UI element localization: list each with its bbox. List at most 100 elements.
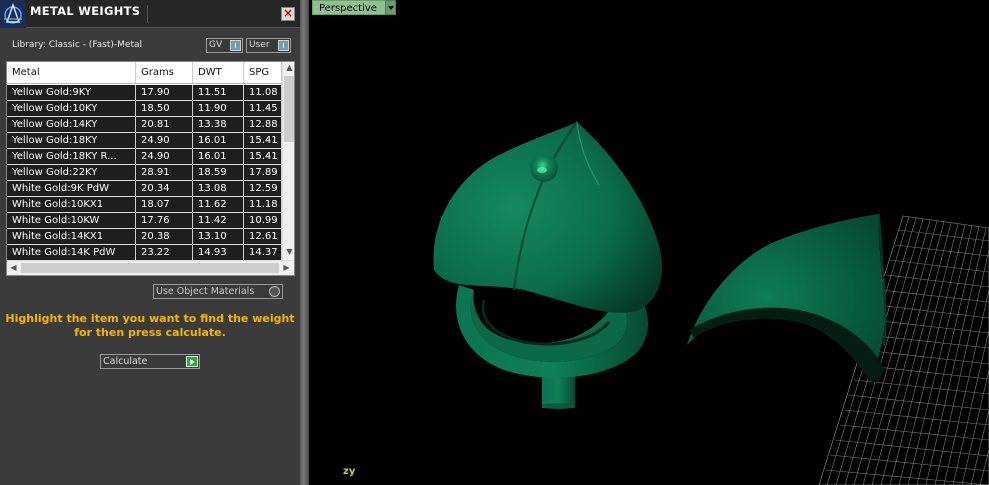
scroll-up-icon[interactable]: ▲ [283, 63, 294, 72]
cell-metal: White Gold:14KX1 [7, 229, 136, 244]
instructions-line-2: for then press calculate. [74, 326, 226, 339]
app-window: METAL WEIGHTS × Library: Classic - (Fast… [0, 0, 989, 485]
cell-grams: 18.07 [136, 197, 193, 212]
gv-toggle[interactable]: GV [206, 38, 243, 53]
use-object-materials-label: Use Object Materials [156, 286, 255, 297]
shell-model [687, 213, 887, 383]
vertical-scroll-thumb[interactable] [284, 76, 294, 142]
cell-spg: 10.99 [244, 213, 282, 228]
cell-spg: 17.89 [244, 165, 282, 180]
panel-titlebar: METAL WEIGHTS × [0, 0, 300, 28]
cell-grams: 17.76 [136, 213, 193, 228]
cell-spg: 15.41 [244, 149, 282, 164]
cell-metal: White Gold:10KW [7, 213, 136, 228]
cell-dwt: 14.93 [193, 245, 244, 260]
scroll-down-icon[interactable]: ▼ [283, 247, 294, 256]
instructions-line-1: Highlight the item you want to find the … [5, 312, 295, 325]
table-header: Metal Grams DWT SPG [7, 62, 282, 84]
horizontal-scroll-thumb[interactable] [21, 263, 279, 273]
axis-indicator: zy [343, 466, 356, 477]
cell-dwt: 13.10 [193, 229, 244, 244]
table-body: Yellow Gold:9KY 17.90 11.51 11.08 Yellow Go… [7, 85, 282, 261]
cell-metal: Yellow Gold:18KY [7, 133, 136, 148]
cell-dwt: 11.90 [193, 101, 244, 116]
cell-metal: Yellow Gold:14KY [7, 117, 136, 132]
table-row[interactable]: White Gold:9K PdW 20.34 13.08 12.59 [7, 181, 282, 197]
table-row[interactable]: White Gold:10KW 17.76 11.42 10.99 [7, 213, 282, 229]
toggle-switch-icon [278, 40, 289, 51]
panel-title: METAL WEIGHTS [30, 4, 141, 18]
column-header-dwt[interactable]: DWT [193, 62, 244, 84]
3d-viewport[interactable]: Perspective zy [309, 0, 989, 485]
vertical-scrollbar[interactable]: ▲ ▼ [282, 62, 294, 260]
cell-grams: 23.22 [136, 245, 193, 260]
calculate-label: Calculate [103, 356, 148, 367]
cell-spg: 14.37 [244, 245, 282, 260]
close-button[interactable]: × [281, 7, 295, 21]
cell-spg: 12.88 [244, 117, 282, 132]
cell-grams: 20.81 [136, 117, 193, 132]
table-row[interactable]: Yellow Gold:10KY 18.50 11.90 11.45 [7, 101, 282, 117]
app-logo-icon [0, 0, 26, 28]
table-row[interactable]: Yellow Gold:14KY 20.81 13.38 12.88 [7, 117, 282, 133]
cell-dwt: 18.59 [193, 165, 244, 180]
use-object-materials-toggle[interactable]: Use Object Materials [153, 284, 283, 299]
calculate-button[interactable]: Calculate [100, 354, 200, 369]
cell-spg: 11.45 [244, 101, 282, 116]
scroll-left-icon[interactable]: ◀ [7, 263, 20, 272]
column-header-grams[interactable]: Grams [136, 62, 193, 84]
cell-spg: 11.08 [244, 85, 282, 100]
scroll-right-icon[interactable]: ▶ [280, 263, 293, 272]
radio-icon [269, 286, 280, 297]
cell-dwt: 13.08 [193, 181, 244, 196]
cell-grams: 17.90 [136, 85, 193, 100]
cell-grams: 24.90 [136, 149, 193, 164]
cell-grams: 24.90 [136, 133, 193, 148]
cell-spg: 11.18 [244, 197, 282, 212]
cell-metal: White Gold:14K PdW [7, 245, 136, 260]
cell-metal: White Gold:9K PdW [7, 181, 136, 196]
cell-metal: Yellow Gold:18KY R... [7, 149, 136, 164]
cell-spg: 12.59 [244, 181, 282, 196]
cell-dwt: 16.01 [193, 149, 244, 164]
column-header-metal[interactable]: Metal [7, 62, 136, 84]
cell-spg: 15.41 [244, 133, 282, 148]
chevron-down-icon[interactable] [385, 0, 396, 15]
table-row[interactable]: Yellow Gold:22KY 28.91 18.59 17.89 [7, 165, 282, 181]
table-row[interactable]: White Gold:10KX1 18.07 11.62 11.18 [7, 197, 282, 213]
3d-scene [433, 121, 989, 485]
cell-grams: 20.34 [136, 181, 193, 196]
cell-metal: White Gold:10KX1 [7, 197, 136, 212]
column-header-spg[interactable]: SPG [244, 62, 282, 84]
view-label-button[interactable]: Perspective [312, 0, 386, 15]
library-label: Library: Classic - (Fast)-Metal [12, 40, 143, 50]
horizontal-scrollbar[interactable]: ◀ ▶ [7, 260, 294, 275]
cell-grams: 18.50 [136, 101, 193, 116]
table-row[interactable]: Yellow Gold:18KY 24.90 16.01 15.41 [7, 133, 282, 149]
ring-model [433, 121, 663, 409]
title-separator [147, 5, 149, 23]
cell-spg: 12.61 [244, 229, 282, 244]
gv-toggle-label: GV [209, 40, 223, 50]
cell-metal: Yellow Gold:22KY [7, 165, 136, 180]
cell-dwt: 11.62 [193, 197, 244, 212]
toggle-switch-icon [230, 40, 241, 51]
cell-grams: 20.38 [136, 229, 193, 244]
cell-dwt: 16.01 [193, 133, 244, 148]
metal-weights-panel: METAL WEIGHTS × Library: Classic - (Fast… [0, 0, 300, 485]
table-row[interactable]: Yellow Gold:9KY 17.90 11.51 11.08 [7, 85, 282, 101]
table-row[interactable]: Yellow Gold:18KY R... 24.90 16.01 15.41 [7, 149, 282, 165]
cell-dwt: 11.51 [193, 85, 244, 100]
metal-weights-table: Metal Grams DWT SPG Yellow Gold:9KY 17.90… [6, 61, 295, 276]
table-row[interactable]: White Gold:14K PdW 23.22 14.93 14.37 [7, 245, 282, 261]
play-arrow-icon [186, 356, 198, 367]
cell-dwt: 11.42 [193, 213, 244, 228]
table-row[interactable]: White Gold:14KX1 20.38 13.10 12.61 [7, 229, 282, 245]
cell-metal: Yellow Gold:10KY [7, 101, 136, 116]
user-toggle[interactable]: User [246, 38, 291, 53]
cell-dwt: 13.38 [193, 117, 244, 132]
panel-splitter[interactable] [300, 0, 309, 485]
user-toggle-label: User [249, 40, 270, 50]
cell-grams: 28.91 [136, 165, 193, 180]
instructions-text: Highlight the item you want to find the … [0, 312, 300, 340]
